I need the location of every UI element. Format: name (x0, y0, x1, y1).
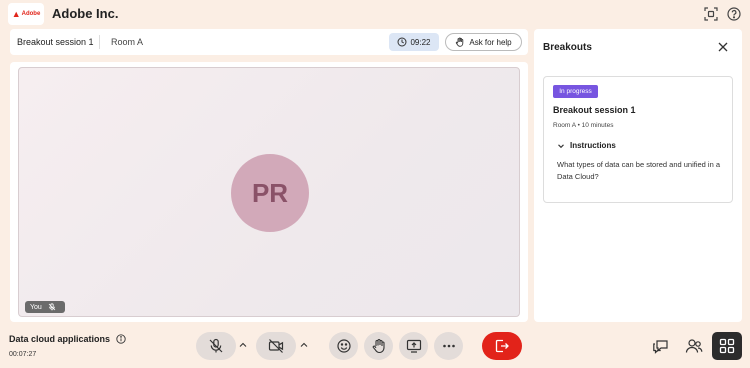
session-bar: Breakout session 1 Room A 09:22 Ask for … (10, 29, 528, 55)
reactions-button[interactable] (329, 332, 358, 360)
status-badge: In progress (553, 85, 598, 98)
camera-options-caret[interactable] (299, 340, 309, 350)
card-title: Breakout session 1 (553, 105, 636, 115)
info-icon[interactable] (116, 334, 126, 344)
leave-icon (494, 338, 510, 354)
share-screen-button[interactable] (399, 332, 428, 360)
camera-toggle-button[interactable] (256, 332, 296, 360)
clock-icon (397, 37, 407, 47)
meeting-title-text: Data cloud applications (9, 334, 111, 344)
mic-options-caret[interactable] (238, 340, 248, 350)
raise-hand-button[interactable] (364, 332, 393, 360)
more-options-button[interactable] (434, 332, 463, 360)
self-label: You (30, 303, 42, 311)
self-badge: You (25, 301, 65, 313)
divider (99, 35, 100, 49)
meeting-title: Data cloud applications (9, 334, 126, 344)
mic-toggle-button[interactable] (196, 332, 236, 360)
camera-off-icon (268, 338, 284, 354)
participant-tile[interactable]: PR You (18, 67, 520, 317)
help-circle-icon[interactable] (727, 7, 741, 21)
chevron-down-icon (557, 142, 565, 150)
panel-title: Breakouts (543, 42, 592, 53)
instructions-label: Instructions (570, 141, 616, 150)
more-icon (441, 338, 457, 354)
timer: 09:22 (389, 33, 439, 51)
leave-button[interactable] (482, 332, 522, 360)
video-stage: PR You (10, 62, 528, 322)
instructions-text: What types of data can be stored and uni… (557, 160, 721, 181)
ask-for-help-button[interactable]: Ask for help (445, 33, 522, 51)
mic-off-icon (208, 338, 224, 354)
adobe-logo: ▲ Adobe (8, 3, 44, 25)
emoji-icon (336, 338, 352, 354)
chat-icon[interactable] (652, 337, 670, 355)
people-icon[interactable] (685, 337, 703, 355)
raise-hand-icon (455, 37, 465, 47)
session-room: Room A (111, 37, 144, 47)
card-subtitle: Room A • 10 minutes (553, 122, 614, 129)
close-icon[interactable] (717, 41, 729, 53)
share-screen-icon (406, 338, 422, 354)
raise-hand-icon (371, 338, 387, 354)
mic-off-icon (48, 303, 56, 311)
top-bar: ▲ Adobe Adobe Inc. (0, 0, 750, 28)
grid-icon (719, 338, 735, 354)
elapsed-time: 00:07:27 (9, 351, 37, 358)
ask-for-help-label: Ask for help (469, 37, 512, 47)
fullscreen-icon[interactable] (704, 7, 718, 21)
avatar: PR (231, 154, 309, 232)
session-title: Breakout session 1 (17, 37, 94, 47)
org-name: Adobe Inc. (52, 6, 119, 21)
breakout-card: In progress Breakout session 1 Room A • … (543, 76, 733, 203)
apps-grid-button[interactable] (712, 332, 742, 360)
breakouts-panel: Breakouts In progress Breakout session 1… (534, 29, 742, 322)
instructions-toggle[interactable]: Instructions (557, 141, 616, 150)
timer-value: 09:22 (410, 37, 431, 47)
